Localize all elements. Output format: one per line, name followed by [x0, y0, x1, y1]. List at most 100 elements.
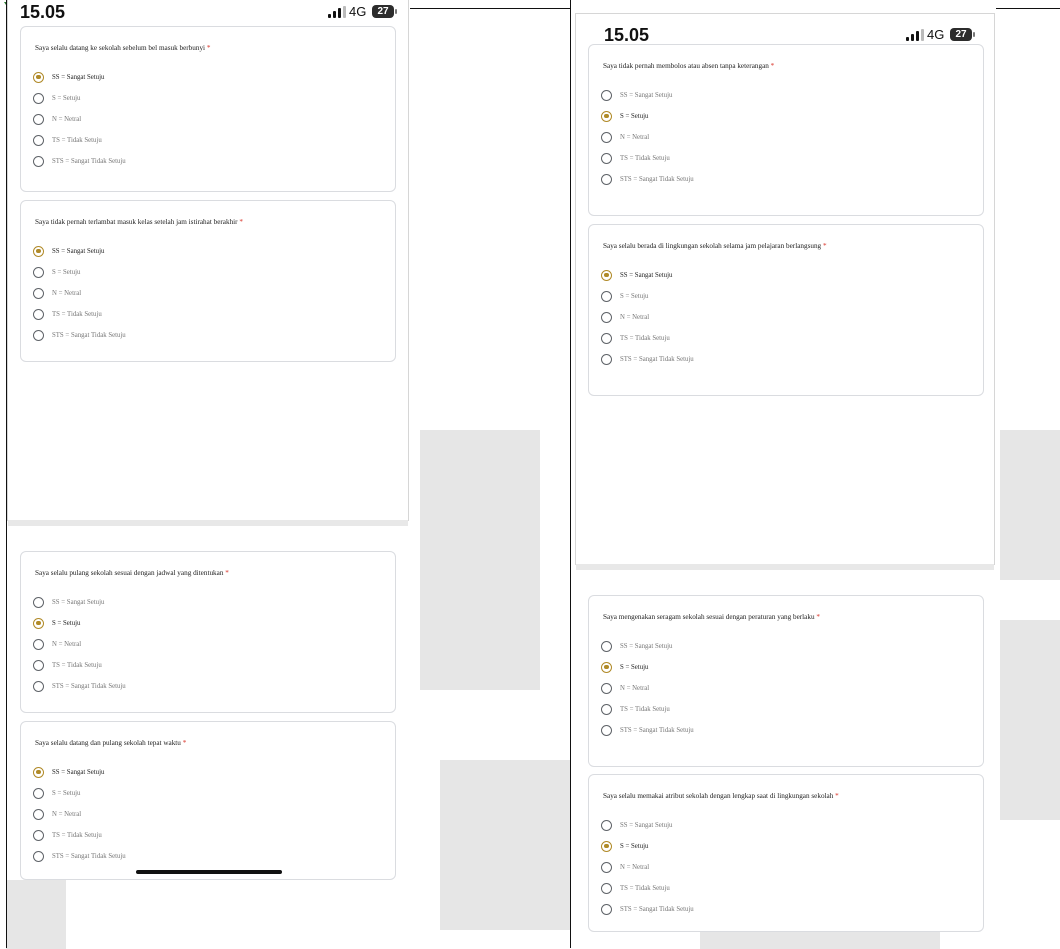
option-label: SS = Sangat Setuju [52, 73, 105, 81]
option-label: S = Setuju [620, 842, 649, 850]
radio-option[interactable]: S = Setuju [33, 266, 80, 278]
radio-option[interactable]: SS = Sangat Setuju [601, 819, 672, 831]
radio-option[interactable]: SS = Sangat Setuju [601, 89, 672, 101]
radio-option[interactable]: STS = Sangat Tidak Setuju [33, 155, 126, 167]
radio-empty-icon[interactable] [601, 724, 612, 736]
option-label: SS = Sangat Setuju [620, 91, 673, 99]
radio-option[interactable]: S = Setuju [601, 661, 648, 673]
option-label: TS = Tidak Setuju [52, 136, 102, 144]
option-label: TS = Tidak Setuju [52, 661, 102, 669]
watermark-shape [1000, 430, 1060, 580]
radio-option[interactable]: N = Netral [33, 287, 81, 299]
radio-option[interactable]: N = Netral [33, 113, 81, 125]
radio-selected-icon[interactable] [33, 617, 44, 629]
option-label: SS = Sangat Setuju [52, 768, 105, 776]
radio-option[interactable]: S = Setuju [601, 110, 648, 122]
option-label: N = Netral [620, 863, 650, 871]
radio-empty-icon[interactable] [601, 290, 612, 302]
radio-empty-icon[interactable] [33, 308, 44, 320]
radio-empty-icon[interactable] [601, 89, 612, 101]
radio-option[interactable]: STS = Sangat Tidak Setuju [601, 353, 694, 365]
radio-empty-icon[interactable] [33, 638, 44, 650]
radio-option[interactable]: TS = Tidak Setuju [601, 882, 670, 894]
radio-empty-icon[interactable] [33, 850, 44, 862]
radio-empty-icon[interactable] [601, 703, 612, 715]
option-label: S = Setuju [52, 789, 81, 797]
radio-option[interactable]: S = Setuju [601, 290, 648, 302]
radio-empty-icon[interactable] [601, 332, 612, 344]
radio-empty-icon[interactable] [601, 152, 612, 164]
radio-option[interactable]: SS = Sangat Setuju [33, 71, 104, 83]
radio-option[interactable]: N = Netral [601, 311, 649, 323]
radio-empty-icon[interactable] [33, 134, 44, 146]
radio-option[interactable]: TS = Tidak Setuju [33, 308, 102, 320]
screenshot-right-top: 15.05 4G 27 Saya tidak pernah membolos a… [576, 14, 994, 564]
radio-option[interactable]: STS = Sangat Tidak Setuju [601, 724, 694, 736]
radio-option[interactable]: N = Netral [601, 861, 649, 873]
radio-empty-icon[interactable] [601, 173, 612, 185]
radio-option[interactable]: STS = Sangat Tidak Setuju [33, 850, 126, 862]
radio-empty-icon[interactable] [33, 659, 44, 671]
option-label: SS = Sangat Setuju [52, 247, 105, 255]
radio-option[interactable]: N = Netral [601, 682, 649, 694]
radio-option[interactable]: S = Setuju [33, 617, 80, 629]
radio-option[interactable]: TS = Tidak Setuju [33, 134, 102, 146]
radio-option[interactable]: TS = Tidak Setuju [33, 829, 102, 841]
signal-icon [328, 6, 346, 18]
radio-option[interactable]: SS = Sangat Setuju [33, 596, 104, 608]
option-label: STS = Sangat Tidak Setuju [52, 852, 126, 860]
radio-empty-icon[interactable] [33, 596, 44, 608]
radio-option[interactable]: SS = Sangat Setuju [601, 269, 672, 281]
radio-empty-icon[interactable] [33, 680, 44, 692]
radio-empty-icon[interactable] [601, 682, 612, 694]
radio-empty-icon[interactable] [601, 131, 612, 143]
radio-option[interactable]: N = Netral [33, 808, 81, 820]
radio-option[interactable]: S = Setuju [33, 92, 80, 104]
radio-selected-icon[interactable] [33, 245, 44, 257]
required-asterisk: * [770, 62, 775, 70]
radio-option[interactable]: STS = Sangat Tidak Setuju [33, 329, 126, 341]
radio-empty-icon[interactable] [601, 353, 612, 365]
radio-empty-icon[interactable] [33, 329, 44, 341]
radio-selected-icon[interactable] [33, 766, 44, 778]
radio-empty-icon[interactable] [33, 787, 44, 799]
option-label: TS = Tidak Setuju [620, 154, 670, 162]
radio-option[interactable]: TS = Tidak Setuju [601, 152, 670, 164]
radio-selected-icon[interactable] [33, 71, 44, 83]
radio-empty-icon[interactable] [33, 829, 44, 841]
home-indicator [136, 870, 282, 874]
radio-empty-icon[interactable] [33, 155, 44, 167]
radio-selected-icon[interactable] [601, 269, 612, 281]
radio-empty-icon[interactable] [601, 882, 612, 894]
question-label: Saya selalu datang dan pulang sekolah te… [35, 739, 181, 747]
radio-selected-icon[interactable] [601, 110, 612, 122]
radio-option[interactable]: S = Setuju [601, 840, 648, 852]
radio-empty-icon[interactable] [601, 819, 612, 831]
watermark-shape [440, 760, 570, 930]
radio-option[interactable]: TS = Tidak Setuju [601, 332, 670, 344]
radio-option[interactable]: TS = Tidak Setuju [33, 659, 102, 671]
radio-empty-icon[interactable] [601, 640, 612, 652]
radio-empty-icon[interactable] [601, 861, 612, 873]
radio-option[interactable]: TS = Tidak Setuju [601, 703, 670, 715]
radio-selected-icon[interactable] [601, 661, 612, 673]
radio-option[interactable]: SS = Sangat Setuju [601, 640, 672, 652]
radio-option[interactable]: STS = Sangat Tidak Setuju [601, 903, 694, 915]
radio-empty-icon[interactable] [601, 311, 612, 323]
radio-option[interactable]: SS = Sangat Setuju [33, 766, 104, 778]
radio-empty-icon[interactable] [33, 92, 44, 104]
radio-option[interactable]: SS = Sangat Setuju [33, 245, 104, 257]
question-label: Saya selalu datang ke sekolah sebelum be… [35, 44, 206, 52]
radio-option[interactable]: S = Setuju [33, 787, 80, 799]
radio-option[interactable]: N = Netral [601, 131, 649, 143]
radio-empty-icon[interactable] [601, 903, 612, 915]
radio-option[interactable]: STS = Sangat Tidak Setuju [33, 680, 126, 692]
radio-empty-icon[interactable] [33, 113, 44, 125]
radio-option[interactable]: STS = Sangat Tidak Setuju [601, 173, 694, 185]
radio-selected-icon[interactable] [601, 840, 612, 852]
option-label: TS = Tidak Setuju [620, 334, 670, 342]
radio-empty-icon[interactable] [33, 287, 44, 299]
radio-empty-icon[interactable] [33, 808, 44, 820]
radio-empty-icon[interactable] [33, 266, 44, 278]
radio-option[interactable]: N = Netral [33, 638, 81, 650]
